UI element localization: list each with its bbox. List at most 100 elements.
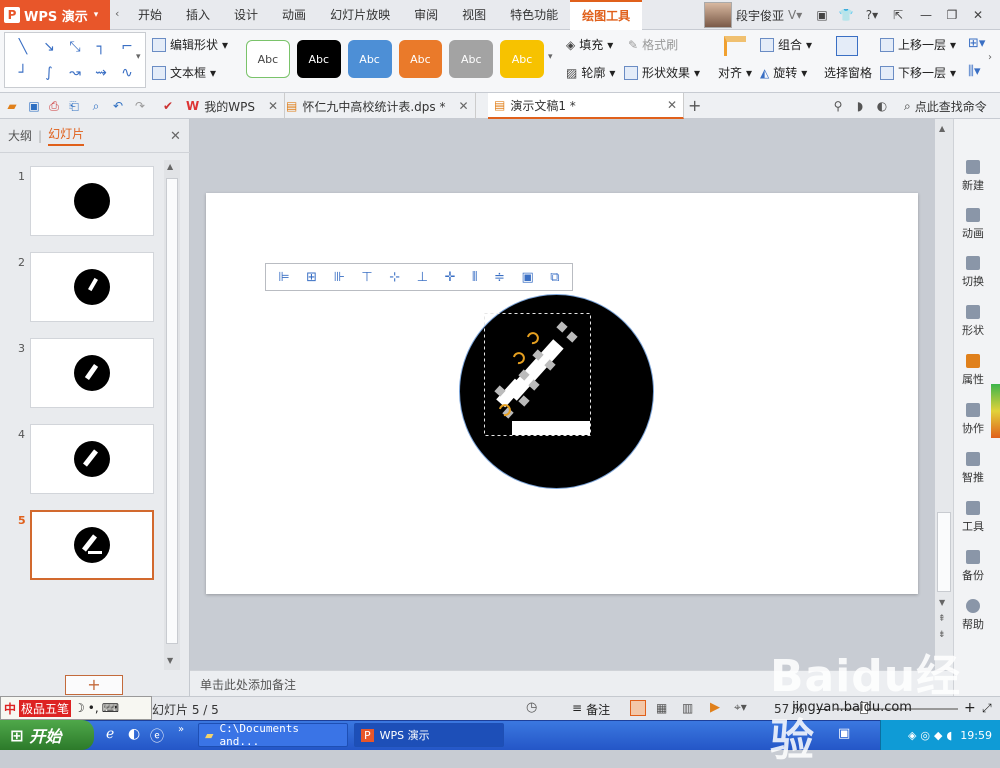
- ime-name[interactable]: 极品五笔: [19, 699, 72, 717]
- same-size-icon[interactable]: ▣: [521, 270, 533, 285]
- tool-c-icon[interactable]: ◐: [874, 98, 890, 114]
- print-preview-icon[interactable]: ⌕: [88, 98, 104, 114]
- pin-icon[interactable]: ✔: [160, 98, 176, 114]
- distribute-h-icon[interactable]: ⫴: [472, 270, 477, 285]
- arrow-icon[interactable]: ↘: [37, 35, 61, 59]
- curve-arrow-icon[interactable]: ↝: [63, 61, 87, 85]
- tab-view[interactable]: 视图: [450, 0, 498, 30]
- line-icon[interactable]: ╲: [11, 35, 35, 59]
- gallery-expand-icon[interactable]: ▾: [136, 52, 141, 62]
- punct-icon[interactable]: •,: [88, 701, 99, 715]
- close-tab-icon[interactable]: ✕: [268, 99, 278, 113]
- style-orange[interactable]: Abc: [398, 40, 443, 78]
- tool-b-icon[interactable]: ◗: [852, 98, 868, 114]
- elbow-double-icon[interactable]: ┘: [11, 61, 35, 85]
- slide-thumbnail-2[interactable]: [30, 252, 154, 322]
- taskbar-item-explorer[interactable]: ▰ C:\Documents and...: [198, 722, 348, 748]
- doc-tab-mywps[interactable]: W 我的WPS ✕: [180, 93, 286, 119]
- style-gray[interactable]: Abc: [449, 40, 494, 78]
- curve-connector-icon[interactable]: ∫: [37, 61, 61, 85]
- tools-button[interactable]: 工具: [953, 501, 993, 534]
- text-box-button[interactable]: 文本框 ▾: [152, 64, 216, 81]
- help-button[interactable]: 帮助: [953, 599, 993, 632]
- slide-thumbnail-1[interactable]: [30, 166, 154, 236]
- shape-button[interactable]: 形状: [953, 305, 993, 338]
- add-slide-button[interactable]: +: [65, 675, 123, 695]
- distribute-icon[interactable]: ⊞▾: [968, 36, 985, 51]
- slide-thumbnail-4[interactable]: [30, 424, 154, 494]
- tab-slides[interactable]: 幻灯片: [48, 125, 85, 146]
- prev-slide-icon[interactable]: ⇞: [938, 614, 946, 624]
- maximize-icon[interactable]: ❐: [940, 0, 964, 30]
- skin-icon[interactable]: ▣: [810, 0, 834, 30]
- center-icon[interactable]: ✛: [445, 270, 456, 285]
- bring-forward-button[interactable]: 上移一层 ▾: [880, 36, 956, 53]
- shirt-icon[interactable]: 👕: [834, 0, 858, 30]
- tool-a-icon[interactable]: ⚲: [830, 98, 846, 114]
- command-search[interactable]: ⌕ 点此查找命令: [904, 98, 987, 115]
- curve-double-icon[interactable]: ⇝: [89, 61, 113, 85]
- browser-icon[interactable]: ◐: [128, 726, 140, 742]
- play-slideshow-icon[interactable]: ▶: [710, 700, 720, 715]
- slide-thumbnail-5[interactable]: [30, 510, 154, 580]
- user-name[interactable]: 段宇俊亚: [736, 7, 784, 24]
- user-area[interactable]: 段宇俊亚 V▾: [704, 0, 802, 30]
- distribute-vertical-icon[interactable]: ⫼▾: [968, 64, 981, 79]
- styles-expand-icon[interactable]: ▾: [548, 52, 553, 62]
- align-center-icon[interactable]: ⊞: [306, 270, 317, 285]
- distribute-v-icon[interactable]: ≑: [494, 270, 505, 285]
- sorter-view-icon[interactable]: ▦: [656, 701, 667, 715]
- export-pdf-icon[interactable]: ⎙: [46, 98, 62, 114]
- align-top-icon[interactable]: ⊤: [361, 270, 372, 285]
- backup-button[interactable]: 备份: [953, 550, 993, 583]
- microscope-shapes[interactable]: [484, 313, 594, 438]
- new-button[interactable]: 新建: [953, 160, 993, 193]
- tab-outline[interactable]: 大纲: [8, 127, 32, 144]
- normal-view-icon[interactable]: [630, 700, 646, 716]
- save-icon[interactable]: ▣: [26, 98, 42, 114]
- tab-insert[interactable]: 插入: [174, 0, 222, 30]
- elbow-connector-icon[interactable]: ┐: [89, 35, 113, 59]
- locate-icon[interactable]: ⌖▾: [734, 700, 747, 715]
- history-icon[interactable]: ◷: [526, 700, 537, 715]
- slides-scroll-thumb[interactable]: [166, 178, 178, 644]
- shape-styles-gallery[interactable]: Abc Abc Abc Abc Abc Abc: [244, 33, 544, 85]
- outline-button[interactable]: ▨ 轮廓 ▾: [566, 64, 615, 81]
- print-icon[interactable]: ⎗: [66, 98, 82, 114]
- ime-toolbar[interactable]: 中 极品五笔 ☽ •, ⌨: [0, 696, 152, 720]
- help-icon[interactable]: ?▾: [860, 0, 884, 30]
- tab-animation[interactable]: 动画: [270, 0, 318, 30]
- align-button[interactable]: 对齐 ▾: [718, 64, 752, 81]
- scroll-down-icon[interactable]: ▼: [167, 656, 173, 665]
- browser2-icon[interactable]: ⓔ: [150, 726, 164, 746]
- scroll-up-icon[interactable]: ▲: [167, 162, 173, 171]
- shape-effect-button[interactable]: 形状效果 ▾: [624, 64, 700, 81]
- tab-review[interactable]: 审阅: [402, 0, 450, 30]
- align-bottom-icon[interactable]: ⊥: [417, 270, 428, 285]
- notes-toggle-button[interactable]: ≡ 备注: [572, 701, 610, 718]
- reading-view-icon[interactable]: ▥: [682, 701, 693, 715]
- freeform-icon[interactable]: ∿: [115, 61, 139, 85]
- tab-home[interactable]: 开始: [126, 0, 174, 30]
- next-slide-icon[interactable]: ⇟: [938, 630, 946, 640]
- transition-button[interactable]: 切换: [953, 256, 993, 289]
- style-blue[interactable]: Abc: [347, 40, 392, 78]
- notes-placeholder[interactable]: 单击此处添加备注: [200, 676, 296, 693]
- taskbar-item-wps[interactable]: P WPS 演示: [354, 723, 504, 747]
- properties-button[interactable]: 属性: [953, 354, 993, 387]
- close-panel-icon[interactable]: ✕: [170, 129, 181, 144]
- close-tab-icon[interactable]: ✕: [667, 98, 677, 112]
- style-yellow[interactable]: Abc: [500, 40, 544, 78]
- scroll-down-icon[interactable]: ▼: [939, 598, 945, 607]
- app-menu-button[interactable]: P WPS 演示 ▾: [0, 0, 110, 30]
- menu-back-icon[interactable]: ‹: [115, 7, 119, 20]
- keyboard-icon[interactable]: ⌨: [102, 701, 119, 715]
- double-arrow-icon[interactable]: ⤡: [63, 35, 87, 59]
- redo-icon[interactable]: ↷: [132, 98, 148, 114]
- panel-collapse-handle[interactable]: [991, 384, 1000, 438]
- slide-thumbnail-3[interactable]: [30, 338, 154, 408]
- align-left-icon[interactable]: ⊫: [278, 270, 289, 285]
- format-brush-button[interactable]: ✎ 格式刷: [628, 36, 678, 53]
- align-middle-icon[interactable]: ⊹: [389, 270, 400, 285]
- new-tab-icon[interactable]: +: [688, 96, 701, 115]
